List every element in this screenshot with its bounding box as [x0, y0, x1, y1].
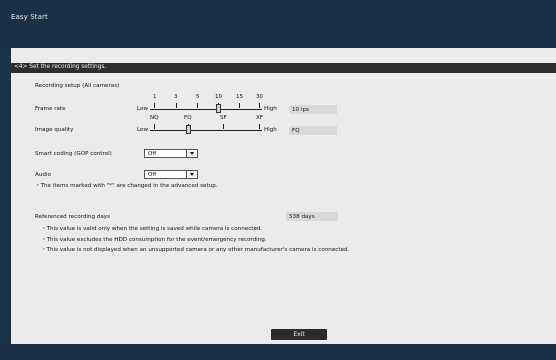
referenced-days-value-box: 538 days	[286, 212, 338, 221]
frame-rate-high-label: High	[264, 106, 277, 112]
frame-rate-tick-label: 10	[215, 94, 223, 100]
window-title: Easy Start	[11, 13, 48, 21]
referenced-days-value: 538 days	[289, 213, 315, 220]
image-quality-tick	[223, 124, 224, 129]
frame-rate-value-box: 10 ips	[289, 105, 337, 114]
frame-rate-low-label: Low	[137, 106, 149, 112]
image-quality-label: Image quality	[35, 127, 74, 133]
frame-rate-slider-thumb[interactable]	[216, 104, 221, 113]
image-quality-slider-track	[150, 130, 262, 131]
image-quality-tick-label: FQ	[184, 115, 192, 121]
image-quality-tick-label: NQ	[150, 115, 159, 121]
section-header-bar: <4> Set the recording settings.	[11, 63, 556, 73]
image-quality-tick-label: XF	[256, 115, 264, 121]
bottom-bar	[0, 344, 556, 360]
image-quality-high-label: High	[264, 127, 277, 133]
referenced-days-note: ・This value is not displayed when an uns…	[41, 247, 350, 253]
audio-select-value: Off	[148, 171, 157, 178]
recording-setup-heading: Recording setup (All cameras)	[35, 83, 120, 89]
audio-label: Audio	[35, 172, 51, 178]
referenced-days-note: ・This value excludes the HDD consumption…	[41, 237, 267, 243]
frame-rate-tick	[176, 103, 177, 108]
frame-rate-tick	[239, 103, 240, 108]
chevron-down-icon[interactable]	[186, 171, 197, 178]
image-quality-tick	[259, 124, 260, 129]
frame-rate-tick-label: 1	[153, 94, 157, 100]
advanced-setup-note: ・The items marked with "*" are changed i…	[35, 183, 218, 189]
frame-rate-label: Frame rate	[35, 106, 66, 112]
exit-button-label: Exit	[293, 331, 305, 338]
frame-rate-slider-track	[150, 109, 262, 110]
image-quality-value: FQ	[292, 127, 300, 134]
frame-rate-tick	[197, 103, 198, 108]
frame-rate-tick-label: 15	[236, 94, 244, 100]
image-quality-slider-thumb[interactable]	[186, 125, 191, 134]
smart-coding-select[interactable]: Off	[144, 149, 198, 158]
frame-rate-tick-label: 30	[256, 94, 264, 100]
section-header: <4> Set the recording settings.	[14, 64, 107, 70]
audio-select[interactable]: Off	[144, 170, 198, 179]
smart-coding-select-value: Off	[148, 150, 157, 157]
image-quality-tick	[154, 124, 155, 129]
frame-rate-value: 10 ips	[292, 106, 309, 113]
frame-rate-tick	[259, 103, 260, 108]
title-bar: Easy Start	[0, 0, 556, 48]
chevron-down-icon[interactable]	[186, 150, 197, 157]
easy-start-window: Easy Start <4> Set the recording setting…	[0, 0, 556, 360]
smart-coding-label: Smart coding (GOP control)	[35, 151, 112, 157]
referenced-days-note: ・This value is valid only when the setti…	[41, 226, 263, 232]
referenced-days-label: Referenced recording days	[35, 214, 110, 220]
settings-panel: <4> Set the recording settings. Recordin…	[11, 48, 556, 344]
frame-rate-tick	[154, 103, 155, 108]
frame-rate-tick-label: 5	[196, 94, 200, 100]
image-quality-value-box: FQ	[289, 126, 337, 135]
image-quality-tick-label: SF	[220, 115, 227, 121]
image-quality-low-label: Low	[137, 127, 149, 133]
frame-rate-tick-label: 3	[174, 94, 178, 100]
exit-button[interactable]: Exit	[271, 329, 327, 340]
